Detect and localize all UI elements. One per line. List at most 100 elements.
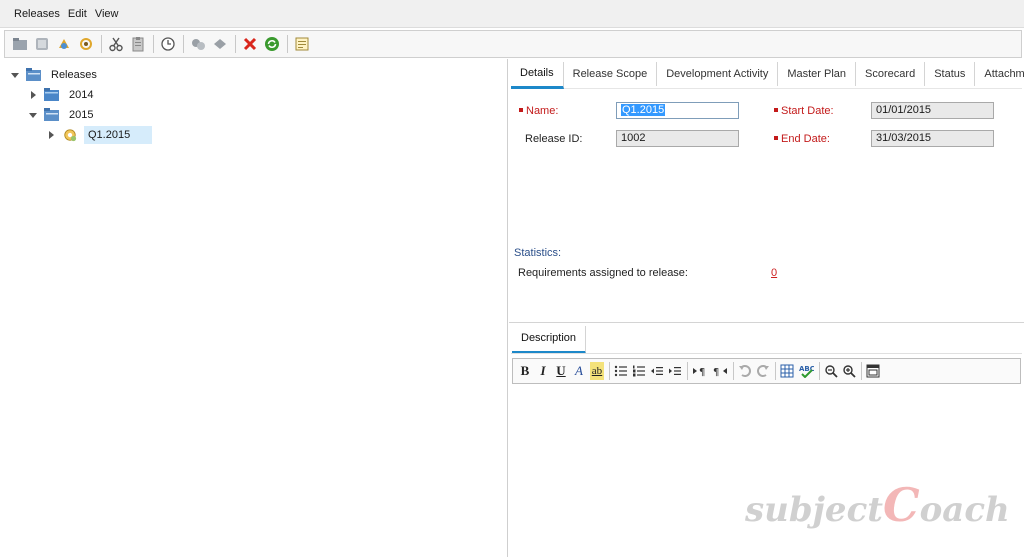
paste-icon[interactable]: [129, 35, 147, 53]
releases-tree-panel: Releases 2014 2015 Q1.2015: [0, 59, 508, 557]
bold-button[interactable]: B: [518, 362, 532, 380]
toolbar-separator: [101, 35, 102, 53]
section-divider: [509, 322, 1024, 323]
refresh-cycle-icon[interactable]: [77, 35, 95, 53]
redo-icon[interactable]: [756, 362, 770, 380]
html-view-icon[interactable]: [866, 362, 880, 380]
bullet-list-icon[interactable]: [614, 362, 628, 380]
folder-icon: [44, 88, 59, 101]
requirements-assigned-label: Requirements assigned to release:: [518, 267, 688, 279]
folder-open-icon: [26, 68, 41, 81]
name-field[interactable]: Q1.2015: [616, 102, 739, 119]
tab-status[interactable]: Status: [925, 61, 976, 86]
tree-node-q1-2015[interactable]: Q1.2015: [46, 125, 153, 145]
rtl-direction-icon[interactable]: ¶: [712, 362, 728, 380]
watermark-text-oach: oach: [919, 490, 1010, 530]
end-date-field[interactable]: 31/03/2015: [871, 130, 994, 147]
name-label: Name:: [519, 105, 558, 117]
release-id-label: Release ID:: [525, 133, 583, 145]
folder-open-icon: [44, 108, 59, 121]
new-folder-icon[interactable]: [11, 35, 29, 53]
tab-attachments[interactable]: Attachments: [975, 62, 1024, 86]
tab-details[interactable]: Details: [511, 61, 564, 89]
requirements-assigned-link[interactable]: 0: [771, 267, 777, 279]
toolbar-separator: [287, 35, 288, 53]
tab-description[interactable]: Description: [512, 326, 587, 354]
highlight-button[interactable]: ab: [590, 362, 604, 380]
spell-check-icon[interactable]: ABC: [798, 362, 814, 380]
statistics-title: Statistics:: [514, 247, 562, 259]
zoom-out-icon[interactable]: [824, 362, 838, 380]
chevron-right-icon[interactable]: [46, 130, 56, 140]
zoom-in-icon[interactable]: [842, 362, 856, 380]
assign-icon[interactable]: [189, 35, 207, 53]
toolbar-separator: [153, 35, 154, 53]
move-icon[interactable]: [211, 35, 229, 53]
name-label-text: Name:: [526, 105, 559, 117]
toolbar-separator: [861, 362, 862, 380]
required-marker: [774, 108, 778, 113]
release-icon: [64, 129, 77, 142]
numbered-list-icon[interactable]: [632, 362, 646, 380]
delete-icon[interactable]: [241, 35, 259, 53]
watermark-letter-c: C: [882, 478, 920, 532]
refresh-icon[interactable]: [263, 35, 281, 53]
required-marker: [774, 136, 778, 141]
menu-view[interactable]: View: [95, 8, 119, 20]
tab-master-plan[interactable]: Master Plan: [778, 61, 857, 86]
tab-scorecard[interactable]: Scorecard: [856, 61, 926, 86]
outdent-icon[interactable]: [650, 362, 664, 380]
tree-node-releases[interactable]: Releases: [10, 65, 100, 85]
start-date-field[interactable]: 01/01/2015: [871, 102, 994, 119]
end-date-label-text: End Date:: [781, 133, 830, 145]
toolbar-separator: [235, 35, 236, 53]
tab-release-scope[interactable]: Release Scope: [564, 61, 658, 86]
toolbar-separator: [687, 362, 688, 380]
indent-icon[interactable]: [668, 362, 682, 380]
clock-icon[interactable]: [159, 35, 177, 53]
chevron-down-icon[interactable]: [28, 110, 38, 120]
start-date-label: Start Date:: [774, 105, 834, 117]
main-toolbar: [4, 30, 1022, 58]
description-editor-toolbar: B I U A ab ¶ ¶ ABC: [512, 358, 1021, 384]
new-cycle-icon[interactable]: [55, 35, 73, 53]
name-field-value: Q1.2015: [621, 104, 666, 116]
cut-icon[interactable]: [107, 35, 125, 53]
svg-text:ABC: ABC: [799, 365, 814, 373]
toolbar-separator: [775, 362, 776, 380]
subjectcoach-watermark: subjectCoach: [745, 478, 1010, 532]
tree-label-2014: 2014: [69, 89, 94, 101]
toolbar-separator: [183, 35, 184, 53]
table-icon[interactable]: [780, 362, 794, 380]
toolbar-separator: [733, 362, 734, 380]
tree-node-2015[interactable]: 2015: [28, 105, 96, 125]
details-icon[interactable]: [293, 35, 311, 53]
svg-text:¶: ¶: [713, 367, 719, 378]
end-date-label: End Date:: [774, 133, 830, 145]
toolbar-separator: [609, 362, 610, 380]
chevron-right-icon[interactable]: [28, 90, 38, 100]
tree-label-q1-2015: Q1.2015: [84, 126, 153, 144]
required-marker: [519, 108, 523, 113]
release-id-field[interactable]: 1002: [616, 130, 739, 147]
undo-icon[interactable]: [738, 362, 752, 380]
menu-releases[interactable]: Releases: [14, 8, 60, 20]
new-release-icon[interactable]: [33, 35, 51, 53]
watermark-text-subject: subject: [745, 490, 883, 530]
tree-label-releases: Releases: [51, 69, 97, 81]
details-tabs: Details Release Scope Development Activi…: [511, 59, 1024, 89]
description-tab-underline: [511, 353, 1022, 354]
font-color-button[interactable]: A: [572, 362, 586, 380]
ltr-direction-icon[interactable]: ¶: [692, 362, 708, 380]
underline-button[interactable]: U: [554, 362, 568, 380]
tab-development-activity[interactable]: Development Activity: [657, 61, 779, 86]
menu-bar: Releases Edit View: [0, 0, 1024, 28]
tree-label-2015: 2015: [69, 109, 94, 121]
svg-text:¶: ¶: [699, 367, 705, 378]
chevron-down-icon[interactable]: [10, 70, 20, 80]
italic-button[interactable]: I: [536, 362, 550, 380]
tree-node-2014[interactable]: 2014: [28, 85, 96, 105]
toolbar-separator: [819, 362, 820, 380]
menu-edit[interactable]: Edit: [68, 8, 87, 20]
start-date-label-text: Start Date:: [781, 105, 834, 117]
